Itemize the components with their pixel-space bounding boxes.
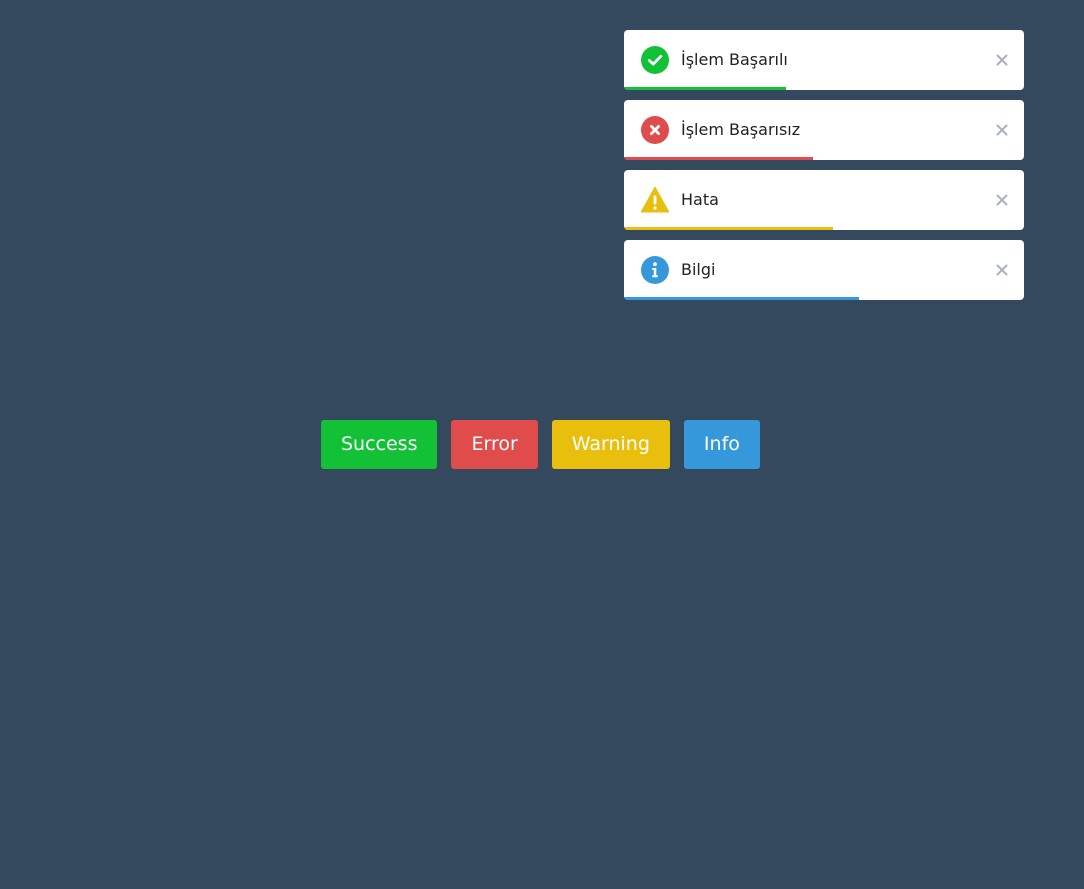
toast-message: İşlem Başarılı	[681, 50, 788, 69]
toast-success: İşlem Başarılı	[624, 30, 1024, 90]
info-circle-icon	[641, 256, 669, 284]
close-icon[interactable]	[994, 262, 1010, 278]
toast-message: Hata	[681, 190, 719, 209]
toast-stack: İşlem Başarılı İşlem Başarısız Hata Bilg…	[624, 30, 1024, 310]
toast-progress-bar	[624, 157, 813, 160]
x-circle-icon	[641, 116, 669, 144]
info-button[interactable]: Info	[683, 420, 760, 469]
toast-progress-bar	[624, 87, 786, 90]
button-row: Success Error Warning Info	[321, 420, 760, 469]
toast-progress-bar	[624, 227, 833, 230]
error-button[interactable]: Error	[451, 420, 538, 469]
close-icon[interactable]	[994, 122, 1010, 138]
close-icon[interactable]	[994, 52, 1010, 68]
toast-error: İşlem Başarısız	[624, 100, 1024, 160]
toast-warning: Hata	[624, 170, 1024, 230]
close-icon[interactable]	[994, 192, 1010, 208]
warning-triangle-icon	[641, 186, 669, 214]
success-button[interactable]: Success	[321, 420, 438, 469]
check-circle-icon	[641, 46, 669, 74]
toast-info: Bilgi	[624, 240, 1024, 300]
toast-progress-bar	[624, 297, 859, 300]
toast-message: İşlem Başarısız	[681, 120, 801, 139]
toast-message: Bilgi	[681, 260, 716, 279]
warning-button[interactable]: Warning	[551, 420, 670, 469]
